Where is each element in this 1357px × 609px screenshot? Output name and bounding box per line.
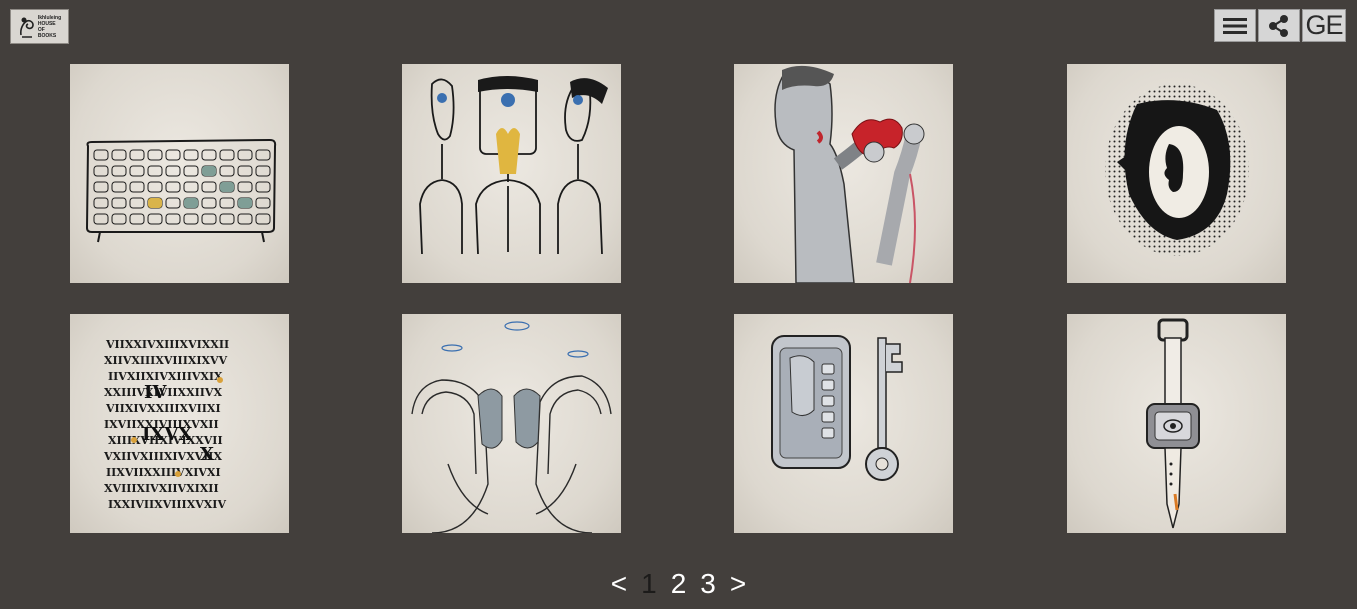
artwork-three-figures-image xyxy=(419,76,608,255)
language-button[interactable]: GE xyxy=(1302,9,1346,42)
svg-text:VIIXIVXXIIIXVIIXI: VIIXIVXXIIIXVIIXI xyxy=(105,402,221,415)
hamburger-menu-icon xyxy=(1223,17,1247,34)
artwork-radio-image xyxy=(85,138,277,243)
top-toolbar: GE xyxy=(1214,9,1346,42)
gallery-page: Ikhluleing HOUSE OF BOOKS GE VIIXXIVXIII… xyxy=(0,0,1357,609)
gallery-item-three-figures[interactable] xyxy=(402,64,621,283)
svg-text:XVIIIXIVXIIVXIXII: XVIIIXIVXIIVXIXII xyxy=(104,482,219,495)
gallery-item-phone-key[interactable] xyxy=(734,314,953,533)
artwork-head-dots-image xyxy=(1105,84,1249,256)
artwork-phone-key-image xyxy=(771,335,903,481)
logo-text: Ikhluleing HOUSE OF BOOKS xyxy=(37,14,62,39)
gallery-item-watch-knife[interactable] xyxy=(1067,314,1286,533)
prev-page-button[interactable]: < xyxy=(611,566,627,602)
page-link-1[interactable]: 1 xyxy=(641,566,657,602)
artwork-watch-knife-image xyxy=(1146,318,1200,529)
share-icon xyxy=(1269,14,1288,37)
gallery-item-head-dots[interactable] xyxy=(1067,64,1286,283)
logo-mark-icon xyxy=(19,17,34,38)
svg-text:VIIXXIVXIIIXVIXXII: VIIXXIVXIIIXVIXXII xyxy=(105,338,229,351)
gallery-item-hands-faces[interactable] xyxy=(402,314,621,533)
page-link-3[interactable]: 3 xyxy=(700,566,716,602)
next-page-button[interactable]: > xyxy=(730,566,746,602)
artwork-man-controller-image xyxy=(774,65,925,283)
pagination: < 1 2 3 > xyxy=(0,566,1357,602)
svg-text:X: X xyxy=(200,444,214,465)
artwork-roman-numerals-image: VIIXXIVXIIIXVIXXII XIIVXIIIXVIIIXIXVV II… xyxy=(103,338,229,511)
gallery-item-radio[interactable] xyxy=(70,64,289,283)
svg-text:IIXVIIXXIIIVXIVXI: IIXVIIXXIIIVXIVXI xyxy=(106,466,221,479)
artwork-hands-faces-image xyxy=(411,321,612,533)
gallery-item-man-controller[interactable] xyxy=(734,64,953,283)
share-button[interactable] xyxy=(1258,9,1300,42)
gallery-item-roman-numerals[interactable]: VIIXXIVXIIIXVIXXII XIIVXIIIXVIIIXIXVV II… xyxy=(70,314,289,533)
svg-text:IXXIVIIXVIIIXVXIV: IXXIVIIXVIIIXVXIV xyxy=(108,498,226,511)
svg-text:XIIVXIIIXVIIIXIXVV: XIIVXIIIXVIIIXIXVV xyxy=(104,354,228,367)
svg-text:IV: IV xyxy=(144,382,167,403)
svg-text:IXVX: IXVX xyxy=(142,424,192,445)
menu-button[interactable] xyxy=(1214,9,1256,42)
page-link-2[interactable]: 2 xyxy=(671,566,687,602)
site-logo[interactable]: Ikhluleing HOUSE OF BOOKS xyxy=(10,9,69,44)
